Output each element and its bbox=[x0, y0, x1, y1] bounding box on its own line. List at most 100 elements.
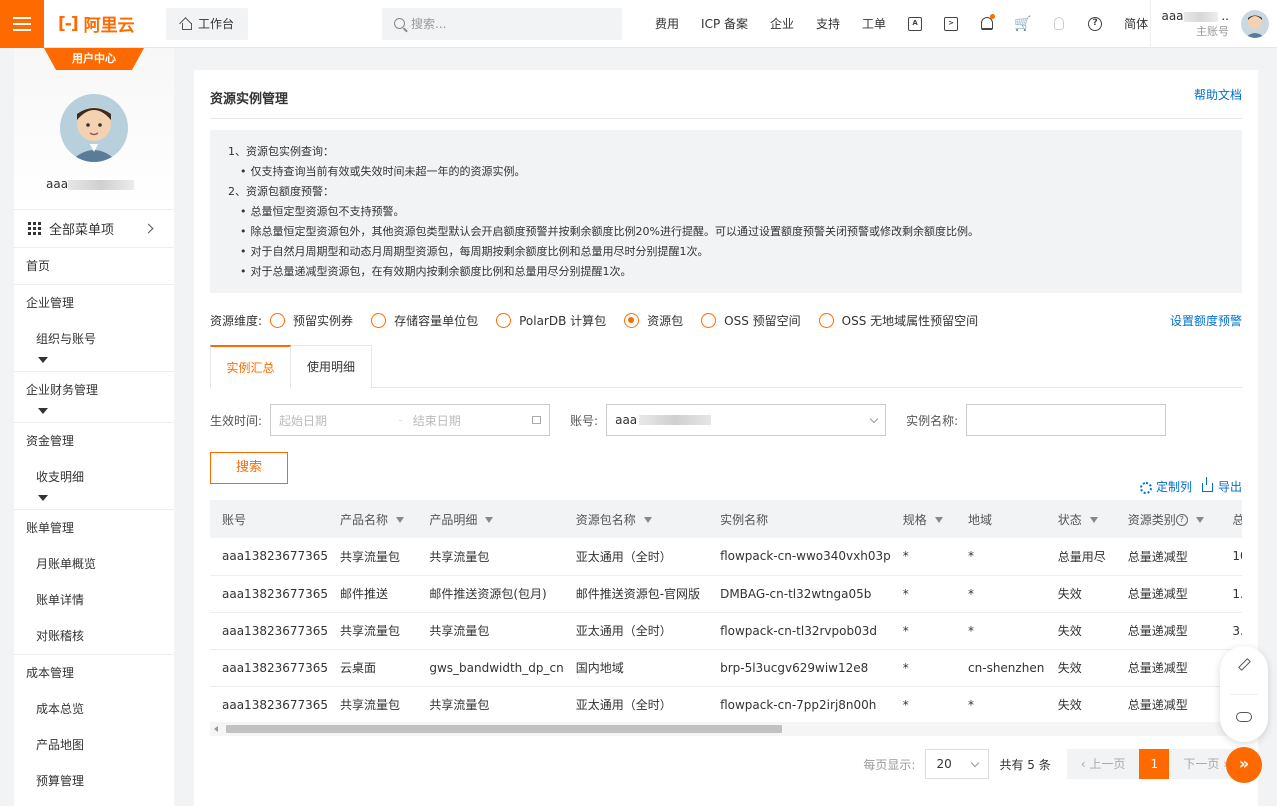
sidebar-item-home[interactable]: 首页 bbox=[14, 248, 174, 284]
search-button[interactable]: 搜索 bbox=[210, 452, 288, 484]
main-content: 资源实例管理 帮助文档 1、资源包实例查询： 仅支持查询当前有效或失效时间未超一… bbox=[194, 70, 1258, 806]
set-quota-alert-link[interactable]: 设置额度预警 bbox=[1170, 312, 1242, 329]
sidebar-item-enterprise-finance[interactable]: 企业财务管理 bbox=[14, 372, 174, 408]
hamburger-menu-button[interactable] bbox=[0, 0, 44, 48]
tab-bar: 实例汇总 使用明细 bbox=[210, 345, 1242, 389]
radio-label: OSS 预留空间 bbox=[724, 313, 801, 328]
end-date-input[interactable]: 结束日期 bbox=[413, 412, 461, 429]
user-menu[interactable]: aaa .. 主账号 bbox=[1150, 0, 1277, 48]
expand-caret[interactable] bbox=[14, 357, 174, 371]
profile-avatar[interactable] bbox=[60, 94, 128, 162]
export-button[interactable]: 导出 bbox=[1201, 477, 1242, 495]
app-icon-button[interactable]: A bbox=[897, 16, 933, 31]
nav-link-fees[interactable]: 费用 bbox=[644, 15, 690, 32]
page-size-select[interactable]: 20 bbox=[925, 749, 990, 779]
cell-product-name: 云桌面 bbox=[328, 649, 418, 687]
help-doc-link[interactable]: 帮助文档 bbox=[1194, 86, 1242, 103]
sidebar-item-funds-management[interactable]: 资金管理 bbox=[14, 423, 174, 459]
sidebar-item-budget-management[interactable]: 预算管理 bbox=[14, 763, 174, 799]
column-title: 规格 bbox=[902, 512, 927, 527]
cell-account: aaa13823677365 bbox=[210, 612, 329, 650]
page-number-button[interactable]: 1 bbox=[1139, 749, 1170, 779]
radio-storage-capacity[interactable]: 存储容量单位包 bbox=[371, 312, 478, 329]
col-total: 总 bbox=[1220, 500, 1242, 538]
user-name: aaa .. bbox=[1161, 8, 1229, 24]
sidebar-item-monthly-bill[interactable]: 月账单概览 bbox=[14, 546, 174, 582]
sidebar-item-enterprise-management[interactable]: 企业管理 bbox=[14, 285, 174, 321]
filter-icon[interactable] bbox=[643, 517, 652, 523]
notice-line: 2、资源包额度预警： bbox=[228, 185, 334, 198]
cloud-icon[interactable] bbox=[1236, 712, 1252, 722]
radio-oss-reserved[interactable]: OSS 预留空间 bbox=[701, 312, 801, 329]
all-menu-items[interactable]: 全部菜单项 bbox=[14, 210, 174, 248]
terminal-icon-button[interactable]: > bbox=[933, 16, 969, 31]
expand-float-button[interactable]: » bbox=[1226, 747, 1262, 783]
global-search-input[interactable]: 搜索... bbox=[382, 7, 623, 40]
sidebar-item-reconciliation[interactable]: 对账稽核 bbox=[14, 618, 174, 654]
nav-link-enterprise[interactable]: 企业 bbox=[759, 15, 805, 32]
radio-reserved-instance[interactable]: 预留实例券 bbox=[270, 312, 353, 329]
account-select[interactable]: aaa bbox=[606, 404, 887, 436]
cell-status: 失效 bbox=[1045, 649, 1116, 687]
page-title: 资源实例管理 bbox=[210, 92, 289, 107]
range-separator: - bbox=[398, 413, 403, 427]
help-icon[interactable]: ? bbox=[1175, 514, 1188, 526]
sidebar-group-home: 首页 bbox=[14, 248, 174, 285]
sidebar-item-cost-overview[interactable]: 成本总览 bbox=[14, 691, 174, 727]
expand-caret[interactable] bbox=[14, 408, 174, 422]
horizontal-scrollbar[interactable] bbox=[210, 722, 1242, 736]
cell-package-name: 亚太通用（全时） bbox=[563, 686, 709, 722]
scrollbar-thumb[interactable] bbox=[226, 725, 782, 733]
filter-icon[interactable] bbox=[396, 517, 405, 523]
profile-name: aaa bbox=[46, 177, 135, 191]
nav-link-support[interactable]: 支持 bbox=[805, 15, 851, 32]
prev-page-button[interactable]: ‹ 上一页 bbox=[1066, 749, 1140, 779]
filter-icon[interactable] bbox=[934, 517, 943, 523]
cell-instance-name: flowpack-cn-7pp2irj8n00h bbox=[708, 686, 891, 722]
cell-resource-category: 总量递减型 bbox=[1115, 686, 1221, 722]
sidebar-item-billing-management[interactable]: 账单管理 bbox=[14, 510, 174, 546]
chevron-down-icon bbox=[869, 414, 879, 423]
tab-usage-details[interactable]: 使用明细 bbox=[291, 345, 372, 388]
edit-icon[interactable] bbox=[1238, 658, 1251, 671]
tips-button[interactable] bbox=[1041, 17, 1077, 30]
sidebar-item-org-accounts[interactable]: 组织与账号 bbox=[14, 321, 174, 357]
avatar[interactable] bbox=[1241, 10, 1269, 38]
radio-resource-package[interactable]: 资源包 bbox=[624, 312, 683, 329]
aliyun-logo[interactable]: [-] 阿里云 bbox=[58, 11, 158, 37]
start-date-input[interactable]: 起始日期 bbox=[279, 412, 327, 429]
expand-caret[interactable] bbox=[14, 495, 174, 509]
nav-link-ticket[interactable]: 工单 bbox=[851, 15, 897, 32]
radio-circle-checked bbox=[624, 312, 640, 328]
notification-button[interactable] bbox=[969, 14, 1005, 30]
instance-name-input[interactable] bbox=[966, 404, 1167, 436]
cart-button[interactable]: 🛒 bbox=[1005, 16, 1041, 32]
radio-circle bbox=[371, 312, 387, 328]
scroll-left-arrow-icon[interactable] bbox=[214, 726, 218, 732]
customize-columns-button[interactable]: 定制列 bbox=[1139, 478, 1192, 495]
help-button[interactable]: ? bbox=[1077, 16, 1113, 31]
date-label: 生效时间: bbox=[210, 413, 263, 428]
radio-oss-no-region[interactable]: OSS 无地域属性预留空间 bbox=[818, 312, 978, 329]
workbench-button[interactable]: 工作台 bbox=[166, 7, 249, 40]
filter-icon[interactable] bbox=[1195, 517, 1204, 523]
sidebar-item-cost-management[interactable]: 成本管理 bbox=[14, 655, 174, 691]
masked-text bbox=[1183, 11, 1218, 22]
workbench-label: 工作台 bbox=[198, 17, 235, 31]
user-center-badge: 用户中心 bbox=[44, 48, 144, 70]
date-range-picker[interactable]: 起始日期 - 结束日期 bbox=[270, 404, 551, 436]
cell-package-name: 邮件推送资源包-官网版 bbox=[563, 575, 709, 613]
grid-icon bbox=[28, 222, 41, 235]
aliyun-logo-icon: [-] bbox=[58, 13, 79, 34]
sidebar-item-income-expense[interactable]: 收支明细 bbox=[14, 459, 174, 495]
tab-instance-summary[interactable]: 实例汇总 bbox=[210, 345, 291, 389]
nav-link-icp[interactable]: ICP 备案 bbox=[690, 15, 759, 32]
sidebar-item-bill-details[interactable]: 账单详情 bbox=[14, 582, 174, 618]
filter-icon[interactable] bbox=[485, 517, 494, 523]
sidebar-item-product-map[interactable]: 产品地图 bbox=[14, 727, 174, 763]
radio-polardb[interactable]: PolarDB 计算包 bbox=[496, 312, 606, 329]
cell-region: cn-shenzhen bbox=[956, 649, 1046, 687]
filter-icon[interactable] bbox=[1089, 517, 1098, 523]
cell-account: aaa13823677365 bbox=[210, 575, 329, 613]
prev-page-label: 上一页 bbox=[1089, 757, 1126, 771]
